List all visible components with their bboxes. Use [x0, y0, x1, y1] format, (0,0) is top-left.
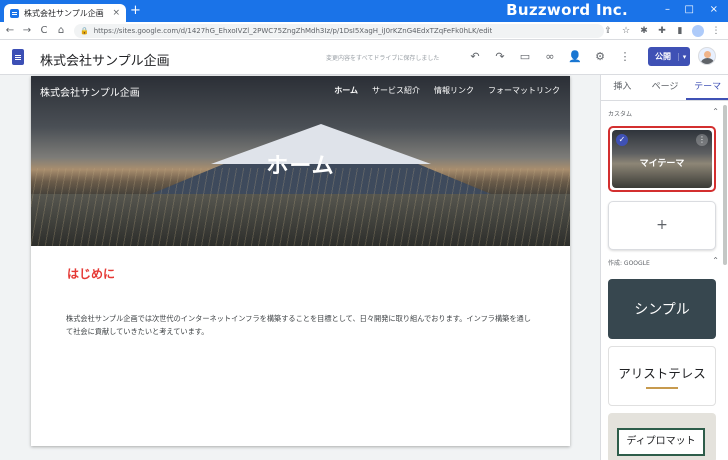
tab-insert[interactable]: 挿入 — [601, 75, 644, 100]
panel-scrollbar[interactable] — [723, 105, 727, 265]
browser-toolbar: ← → C ⌂ 🔒 https://sites.google.com/d/142… — [0, 22, 728, 40]
account-avatar[interactable] — [698, 47, 716, 65]
browser-tab[interactable]: 株式会社サンプル企画 × — [4, 4, 126, 22]
sites-editor-header: 株式会社サンプル企画 変更内容をすべてドライブに保存しました ↶ ↷ ▭ ∞ 👤… — [0, 40, 728, 75]
back-icon[interactable]: ← — [3, 25, 17, 36]
bookmark-star-icon[interactable]: ☆ — [620, 25, 632, 37]
nav-home[interactable]: ホーム — [334, 85, 358, 96]
custom-section-label: カスタム — [608, 111, 633, 118]
add-theme-button[interactable]: + — [608, 201, 716, 250]
save-status: 変更内容をすべてドライブに保存しました — [326, 55, 440, 62]
theme-diplomat-label: ディプロマット — [617, 428, 705, 456]
side-panel: 挿入 ページ テーマ カスタム ⌃ ✓ ⋮ マイテーマ + 作成: GOOGLE… — [600, 75, 728, 460]
link-icon[interactable]: ∞ — [543, 49, 557, 65]
url-text: https://sites.google.com/d/1427hG_EhxoIV… — [93, 27, 493, 35]
tab-themes[interactable]: テーマ — [686, 75, 728, 100]
site-navigation: ホーム サービス紹介 情報リンク フォーマットリンク — [334, 85, 560, 96]
share-icon[interactable]: ⇪ — [602, 25, 614, 37]
site-page-preview: 株式会社サンプル企画 ホーム サービス紹介 情報リンク フォーマットリンク ホー… — [31, 76, 570, 446]
theme-aristotle-underline — [646, 387, 678, 389]
panel-tabs: 挿入 ページ テーマ — [601, 75, 728, 101]
publish-button[interactable]: 公開 ▾ — [648, 47, 690, 66]
header-banner[interactable]: 株式会社サンプル企画 ホーム サービス紹介 情報リンク フォーマットリンク ホー… — [31, 76, 570, 246]
sites-favicon-icon — [10, 8, 19, 18]
theme-aristotle-card[interactable]: アリストテレス — [608, 346, 716, 406]
editor-canvas: 株式会社サンプル企画 ホーム サービス紹介 情報リンク フォーマットリンク ホー… — [0, 75, 600, 460]
address-bar[interactable]: 🔒 https://sites.google.com/d/1427hG_Ehxo… — [74, 24, 604, 38]
new-tab-button[interactable]: + — [130, 4, 141, 18]
tab-pages[interactable]: ページ — [644, 75, 687, 100]
brand-watermark: Buzzword Inc. — [506, 1, 628, 19]
publish-label: 公開 — [655, 52, 671, 61]
nav-info-links[interactable]: 情報リンク — [434, 85, 474, 96]
selected-check-icon: ✓ — [616, 134, 628, 146]
google-sites-logo-icon[interactable] — [12, 49, 24, 65]
maximize-icon[interactable]: □ — [685, 4, 694, 15]
sidebar-icon[interactable]: ▮ — [674, 25, 686, 37]
theme-simple-card[interactable]: シンプル — [608, 279, 716, 339]
collapse-custom-icon[interactable]: ⌃ — [712, 107, 719, 116]
nav-services[interactable]: サービス紹介 — [372, 85, 420, 96]
settings-gear-icon[interactable]: ⚙ — [593, 49, 607, 65]
site-name[interactable]: 株式会社サンプル企画 — [40, 50, 170, 69]
publish-dropdown-icon[interactable]: ▾ — [678, 52, 690, 61]
browser-tab-strip: 株式会社サンプル企画 × + Buzzword Inc. – □ × — [0, 0, 728, 22]
undo-icon[interactable]: ↶ — [468, 49, 482, 65]
extension-icon[interactable]: ✱ — [638, 25, 650, 37]
minimize-icon[interactable]: – — [665, 4, 670, 15]
intro-body[interactable]: 株式会社サンプル企画では次世代のインターネットインフラを構築することを目標として… — [66, 312, 536, 338]
forward-icon[interactable]: → — [20, 25, 34, 36]
site-title[interactable]: 株式会社サンプル企画 — [40, 84, 140, 99]
lock-icon: 🔒 — [80, 27, 89, 35]
theme-options-icon[interactable]: ⋮ — [696, 134, 708, 146]
chrome-menu-icon[interactable]: ⋮ — [710, 25, 722, 37]
header-toolbar: ↶ ↷ ▭ ∞ 👤 ⚙ ⋮ — [468, 49, 632, 65]
home-icon[interactable]: ⌂ — [54, 25, 68, 36]
theme-diplomat-card[interactable]: ディプロマット — [608, 413, 716, 460]
preview-icon[interactable]: ▭ — [518, 49, 532, 65]
banner-title[interactable]: ホーム — [31, 148, 570, 180]
reload-icon[interactable]: C — [37, 25, 51, 36]
share-with-others-icon[interactable]: 👤 — [568, 49, 582, 65]
my-theme-card[interactable]: ✓ ⋮ マイテーマ — [608, 126, 716, 192]
window-close-icon[interactable]: × — [710, 4, 718, 15]
redo-icon[interactable]: ↷ — [493, 49, 507, 65]
more-options-icon[interactable]: ⋮ — [618, 49, 632, 65]
browser-extensions: ⇪ ☆ ✱ ✚ ▮ ⋮ — [602, 25, 722, 37]
intro-heading[interactable]: はじめに — [67, 265, 115, 282]
google-section-label: 作成: GOOGLE — [608, 260, 650, 267]
tab-title: 株式会社サンプル企画 — [24, 8, 104, 18]
my-theme-label: マイテーマ — [639, 159, 685, 169]
collapse-google-icon[interactable]: ⌃ — [712, 256, 719, 265]
tab-close-icon[interactable]: × — [112, 8, 120, 18]
my-theme-preview: ✓ ⋮ マイテーマ — [612, 130, 712, 188]
theme-aristotle-label: アリストテレス — [618, 366, 706, 381]
nav-format-links[interactable]: フォーマットリンク — [488, 85, 560, 96]
profile-avatar[interactable] — [692, 25, 704, 37]
puzzle-icon[interactable]: ✚ — [656, 25, 668, 37]
